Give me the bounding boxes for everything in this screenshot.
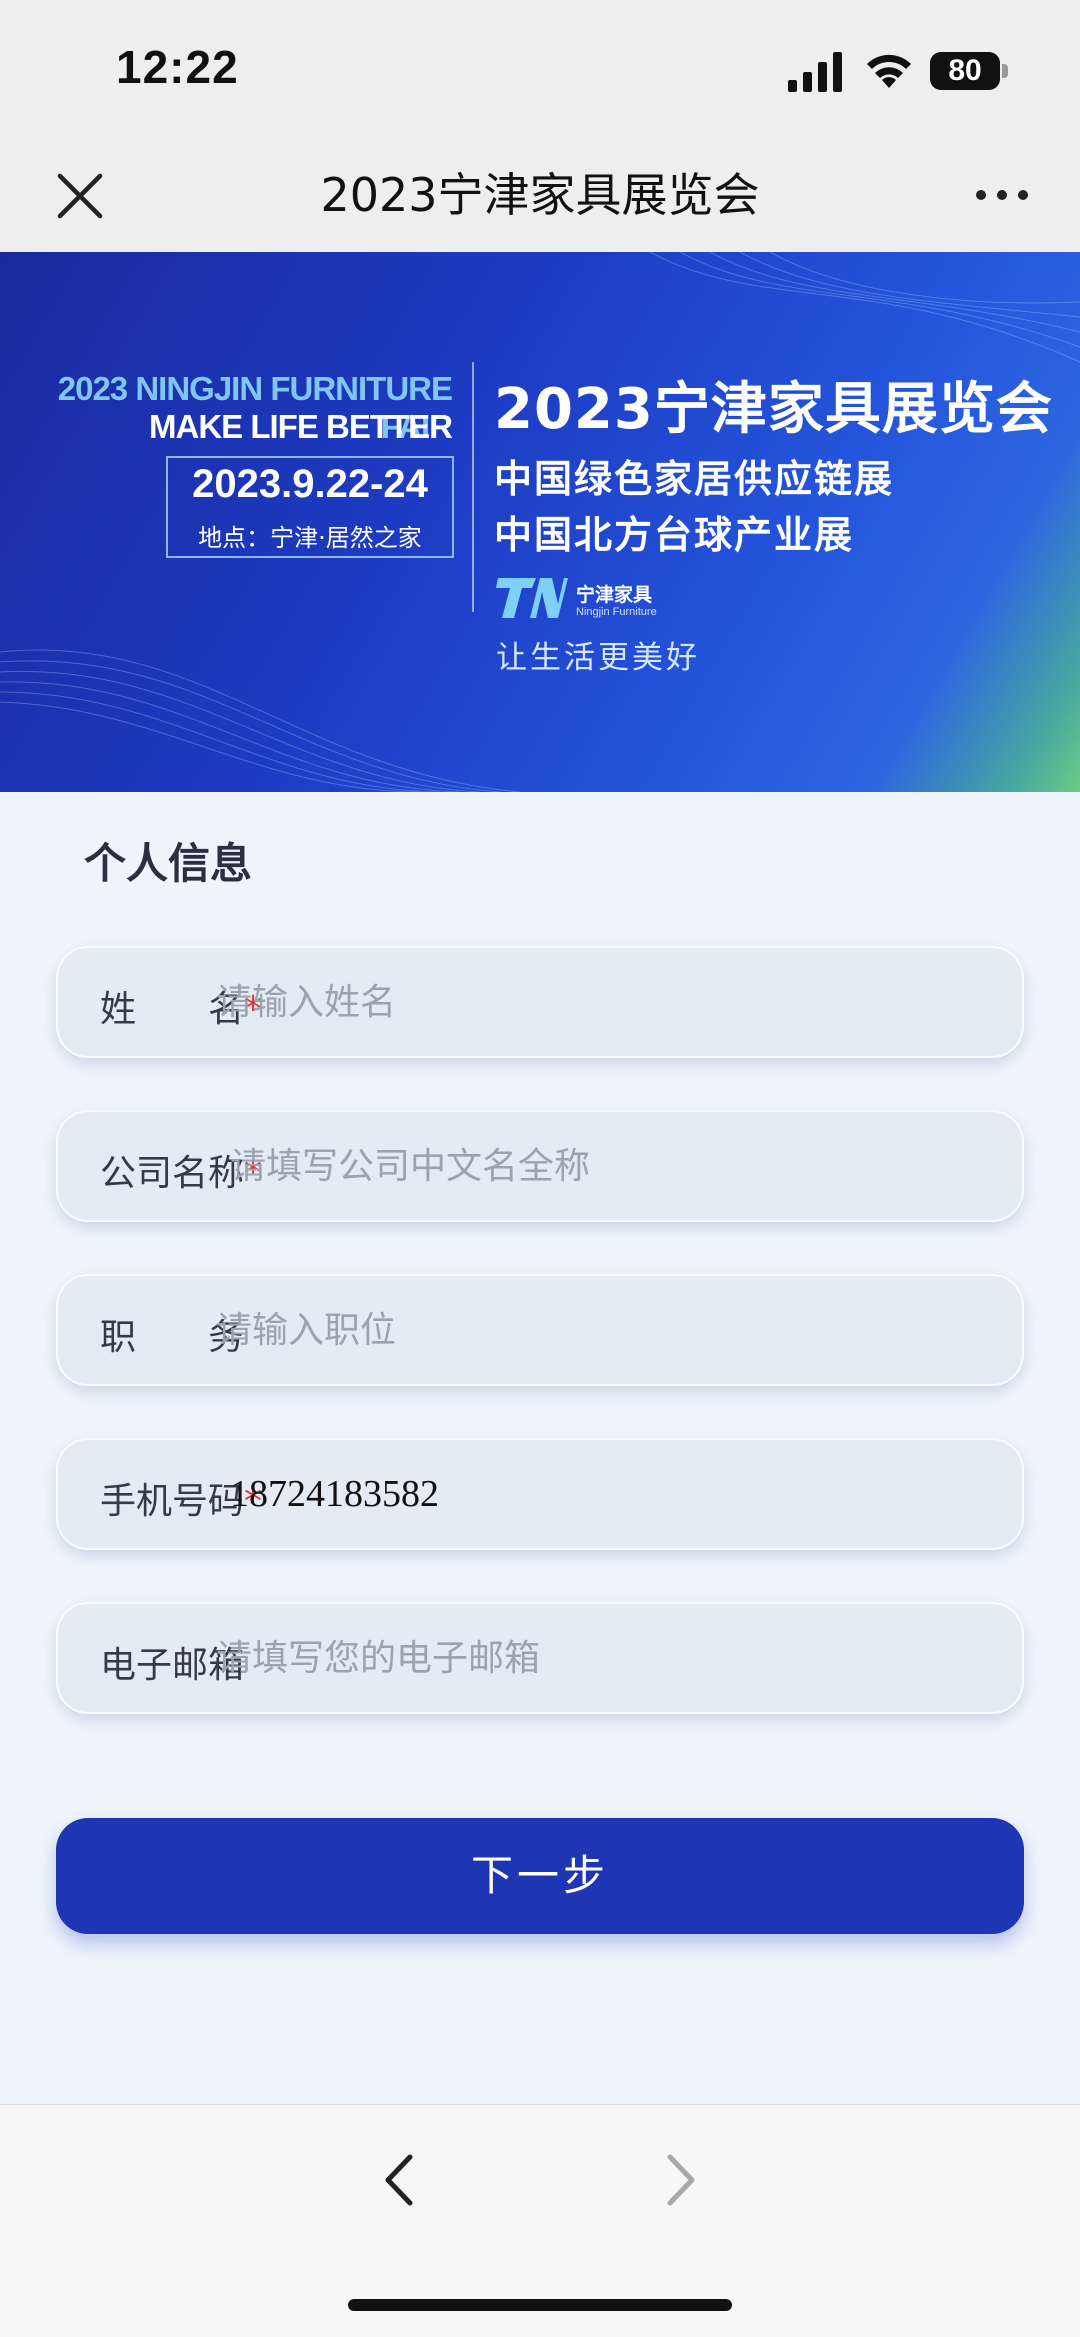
more-icon[interactable] xyxy=(972,178,1032,214)
banner-logo-text: 宁津家具 xyxy=(576,584,653,606)
signal-icon xyxy=(788,52,842,92)
phone-field[interactable]: 手机号码* xyxy=(56,1438,1024,1550)
wifi-icon xyxy=(867,54,911,88)
banner-subtitle-1: 中国绿色家居供应链展 xyxy=(494,457,895,501)
battery-level: 80 xyxy=(930,52,1000,90)
position-field[interactable]: 职 务 xyxy=(56,1274,1024,1386)
company-label-text: 公司名称 xyxy=(100,1153,245,1194)
status-bar: 12:22 80 xyxy=(0,0,1080,140)
status-time: 12:22 xyxy=(116,41,239,93)
page-title: 2023宁津家具展览会 xyxy=(320,168,760,222)
battery-tip xyxy=(1002,64,1008,78)
battery-icon: 80 xyxy=(930,52,1008,90)
company-field[interactable]: 公司名称* xyxy=(56,1110,1024,1222)
ningjin-logo-icon xyxy=(496,578,568,618)
banner-subtitle-2: 中国北方台球产业展 xyxy=(494,513,855,557)
close-icon[interactable] xyxy=(52,168,108,224)
banner-logo-english: Ningjin Furniture xyxy=(576,606,657,618)
name-input[interactable] xyxy=(216,974,856,1030)
section-title: 个人信息 xyxy=(84,839,253,888)
banner-date: 2023.9.22-24 xyxy=(192,462,428,506)
home-indicator xyxy=(348,2299,732,2311)
nav-bar: 2023宁津家具展览会 xyxy=(0,140,1080,252)
browser-bottom-bar xyxy=(0,2104,1080,2337)
phone-input[interactable] xyxy=(230,1466,870,1522)
phone-label-text: 手机号码 xyxy=(100,1481,245,1522)
position-input[interactable] xyxy=(216,1302,856,1358)
company-input[interactable] xyxy=(230,1138,870,1194)
chevron-right-icon[interactable] xyxy=(650,2145,710,2215)
banner-english-slogan: MAKE LIFE BETTER xyxy=(149,408,453,445)
name-field[interactable]: 姓 名* xyxy=(56,946,1024,1058)
banner-slogan: 让生活更美好 xyxy=(496,640,700,676)
chevron-left-icon[interactable] xyxy=(370,2145,430,2215)
next-step-button[interactable]: 下一步 xyxy=(56,1818,1024,1934)
banner-location: 地点：宁津·居然之家 xyxy=(198,524,422,552)
event-banner: 2023 NINGJIN FURNITURE FAIR MAKE LIFE BE… xyxy=(0,252,1080,792)
banner-date-box: 2023.9.22-24 地点：宁津·居然之家 xyxy=(166,456,454,558)
registration-form: 个人信息 姓 名* 公司名称* 职 务 手机号码* 电子邮箱 下一步 xyxy=(0,792,1080,2104)
email-input[interactable] xyxy=(216,1630,856,1686)
banner-divider xyxy=(472,362,474,612)
banner-title: 2023宁津家具展览会 xyxy=(494,377,1053,442)
email-field[interactable]: 电子邮箱 xyxy=(56,1602,1024,1714)
